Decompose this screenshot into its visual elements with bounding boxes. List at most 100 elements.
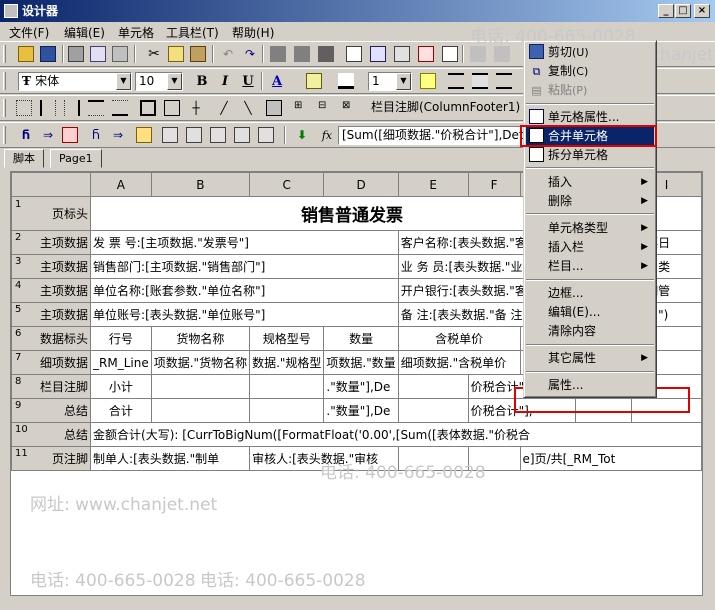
toolbar-grip[interactable] xyxy=(3,72,6,90)
font-color-button[interactable]: A xyxy=(268,73,286,91)
undo-icon[interactable]: ↶ xyxy=(220,46,236,62)
table-icon[interactable] xyxy=(370,46,386,62)
row-icon[interactable] xyxy=(162,127,178,143)
border-top-icon[interactable] xyxy=(88,100,104,116)
border-left-icon[interactable] xyxy=(40,100,56,116)
row-delete-icon[interactable] xyxy=(210,127,226,143)
menu-edit[interactable]: 编辑(E) xyxy=(64,24,105,41)
border-all-icon[interactable] xyxy=(140,100,156,116)
cell-maker[interactable]: 制单人:[表头数据."制单 xyxy=(90,446,251,471)
tab-script[interactable]: 脚本 xyxy=(4,149,44,168)
fill-color-icon[interactable] xyxy=(306,73,322,89)
menu-file[interactable]: 文件(F) xyxy=(9,24,49,41)
row-4-header[interactable]: 4 主项数据 xyxy=(11,278,92,303)
cell-goods-name[interactable]: 项数据."货物名称 xyxy=(150,350,251,375)
menu-item-insert[interactable]: 插入 ▶ xyxy=(526,173,654,191)
menu-item-clear[interactable]: 清除内容 xyxy=(526,322,654,340)
maximize-button[interactable]: □ xyxy=(675,4,691,18)
chevron-down-icon[interactable]: ▼ xyxy=(396,73,411,90)
band-arrow-icon[interactable]: ⇒ xyxy=(40,127,56,143)
shade-icon[interactable] xyxy=(266,100,282,116)
cell-total[interactable]: 合计 xyxy=(90,398,152,423)
cell-line-no[interactable]: _RM_Line xyxy=(90,350,152,375)
band-insert-icon[interactable]: Ⴌ xyxy=(88,127,104,143)
diagonal-back-icon[interactable]: ╲ xyxy=(240,100,256,116)
chevron-down-icon[interactable]: ▼ xyxy=(167,73,182,90)
col-header-e[interactable]: E xyxy=(397,172,469,197)
border-outer-icon[interactable] xyxy=(164,100,180,116)
chevron-down-icon[interactable]: ▼ xyxy=(116,73,131,90)
diagonal-icon[interactable]: ╱ xyxy=(216,100,232,116)
bring-front-icon[interactable] xyxy=(318,46,334,62)
print-icon[interactable] xyxy=(68,46,84,62)
cell[interactable] xyxy=(467,446,521,471)
row-7-header[interactable]: 7 细项数据 xyxy=(11,350,92,375)
cell-subtotal[interactable]: 小计 xyxy=(90,374,152,399)
menu-item-cut[interactable]: 剪切(U) xyxy=(526,43,654,61)
align-grid-icon[interactable] xyxy=(494,46,510,62)
border-right-icon[interactable] xyxy=(64,100,80,116)
apply-formula-icon[interactable]: ⬇ xyxy=(294,127,310,143)
menu-item-paste[interactable]: ▤ 粘贴(P) xyxy=(526,81,654,99)
cell[interactable] xyxy=(150,374,251,399)
print-preview-icon[interactable] xyxy=(90,46,106,62)
delete-cell-icon[interactable] xyxy=(418,46,434,62)
cell-total-qty[interactable]: ."数量"],De xyxy=(323,398,399,423)
col-icon[interactable] xyxy=(234,127,250,143)
cell-qty[interactable]: 项数据."数量 xyxy=(323,350,399,375)
line-width-select[interactable]: 1 ▼ xyxy=(368,72,412,91)
cell-account-no[interactable]: 单位账号:[表头数据."单位账号"] xyxy=(90,302,399,327)
cell-invoice-no[interactable]: 发 票 号:[主项数据."发票号"] xyxy=(90,230,399,255)
cell[interactable] xyxy=(150,398,251,423)
col-header-c[interactable]: C xyxy=(249,172,325,197)
row-1-header[interactable]: 1 页标头 xyxy=(11,196,92,231)
font-size-select[interactable]: 10 ▼ xyxy=(135,72,183,91)
cell-price[interactable]: 细项数据."含税单价 xyxy=(397,350,521,375)
menu-help[interactable]: 帮助(H) xyxy=(232,24,274,41)
cell[interactable] xyxy=(397,446,469,471)
menu-toolbar[interactable]: 工具栏(T) xyxy=(166,24,219,41)
cell-sales-dept[interactable]: 销售部门:[主项数据."销售部门"] xyxy=(90,254,399,279)
grid-icon[interactable] xyxy=(394,46,410,62)
band-next-icon[interactable]: ⇒ xyxy=(110,127,126,143)
frame-icon[interactable] xyxy=(346,46,362,62)
menu-item-copy[interactable]: ⧉ 复制(C) xyxy=(526,62,654,80)
align-right-icon[interactable] xyxy=(496,73,512,89)
page-setup-icon[interactable] xyxy=(112,46,128,62)
font-name-select[interactable]: Ŧ 宋体 ▼ xyxy=(18,72,132,91)
menu-item-cell-props[interactable]: 单元格属性... xyxy=(526,108,654,126)
toolbar-grip[interactable] xyxy=(3,126,6,144)
insert-row-icon[interactable]: ⊞ xyxy=(294,100,310,116)
col-insert-icon[interactable] xyxy=(258,127,274,143)
cut-icon[interactable]: ✂ xyxy=(146,46,162,62)
menu-item-band[interactable]: 栏目... ▶ xyxy=(526,257,654,275)
cell[interactable] xyxy=(249,398,325,423)
align-center-icon[interactable] xyxy=(472,73,488,89)
cell-spec-header[interactable]: 规格型号 xyxy=(249,326,325,351)
row-6-header[interactable]: 6 数据标头 xyxy=(11,326,92,351)
toolbar-grip[interactable] xyxy=(3,99,6,117)
tab-page1[interactable]: Page1 xyxy=(50,149,102,168)
menu-item-split[interactable]: 拆分单元格 xyxy=(526,146,654,164)
row-insert-icon[interactable] xyxy=(186,127,202,143)
redo-icon[interactable]: ↷ xyxy=(242,46,258,62)
row-3-header[interactable]: 3 主项数据 xyxy=(11,254,92,279)
row-10-header[interactable]: 10 总结 xyxy=(11,422,92,447)
border-inner-icon[interactable]: ┼ xyxy=(188,100,204,116)
cell-qty-header[interactable]: 数量 xyxy=(323,326,399,351)
band-props-icon[interactable] xyxy=(136,127,152,143)
col-header-a[interactable]: A xyxy=(90,172,152,197)
underline-button[interactable]: U xyxy=(239,73,257,91)
formula-input[interactable]: [Sum([细项数据."价税合计"],Det xyxy=(338,126,528,145)
cell-line-no-header[interactable]: 行号 xyxy=(90,326,152,351)
insert-cell-icon[interactable]: ⊠ xyxy=(342,100,358,116)
col-header-f[interactable]: F xyxy=(467,172,521,197)
cell[interactable] xyxy=(397,398,469,423)
cell[interactable] xyxy=(397,374,469,399)
band-delete-icon[interactable] xyxy=(62,127,78,143)
italic-button[interactable]: I xyxy=(216,73,234,91)
cell-company-name[interactable]: 单位名称:[账套参数."单位名称"] xyxy=(90,278,399,303)
line-color-icon[interactable] xyxy=(338,73,354,89)
menu-item-delete[interactable]: 删除 ▶ xyxy=(526,192,654,210)
corner-cell[interactable] xyxy=(11,172,92,197)
